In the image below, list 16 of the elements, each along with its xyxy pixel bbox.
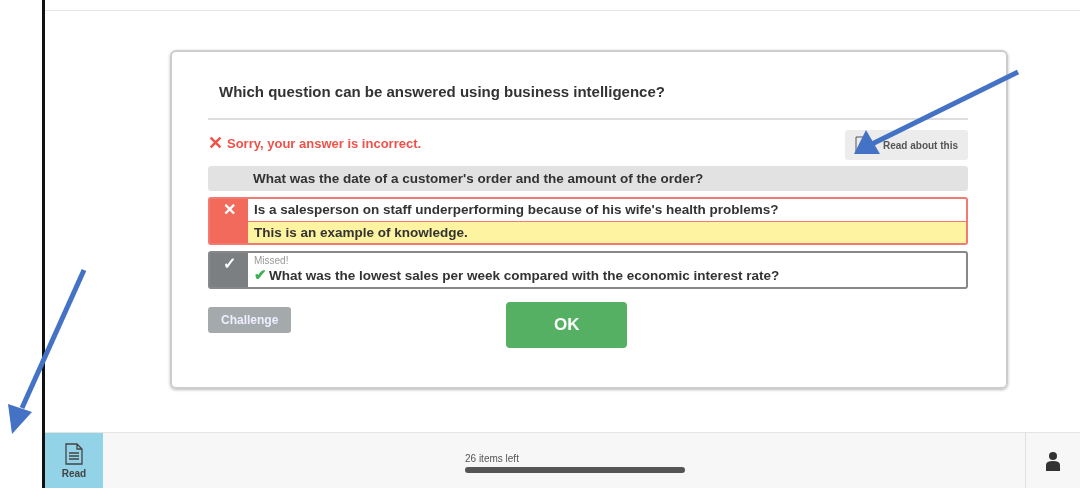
question-text: Which question can be answered using business intelligence? (218, 82, 666, 102)
feedback-text: Sorry, your answer is incorrect. (227, 135, 422, 151)
close-icon: ✕ (208, 132, 223, 154)
answer-option[interactable]: What was the date of a customer's order and the amount of the order? (208, 166, 968, 191)
explanation-text: This is an example of knowledge. (248, 222, 966, 243)
answer-option[interactable]: ✕ Is a salesperson on staff underperforming because of his wife's health problems? This is an example of knowledge. (208, 197, 968, 245)
answer-text: What was the lowest sales per week compared with the economic interest rate? (269, 267, 780, 283)
cross-icon: ✕ (222, 200, 236, 243)
checkmark-icon: ✓ (222, 254, 236, 287)
read-button[interactable]: Read (45, 433, 103, 488)
checkmark-icon: ✔ (254, 266, 267, 284)
items-left-text: 26 items left (465, 452, 520, 464)
answer-option[interactable]: ✓ Missed! ✔What was the lowest sales per week compared with the economic interest rate? (208, 251, 968, 289)
missed-label: Missed! (253, 254, 290, 266)
document-icon (65, 442, 83, 465)
person-icon (1046, 450, 1060, 471)
